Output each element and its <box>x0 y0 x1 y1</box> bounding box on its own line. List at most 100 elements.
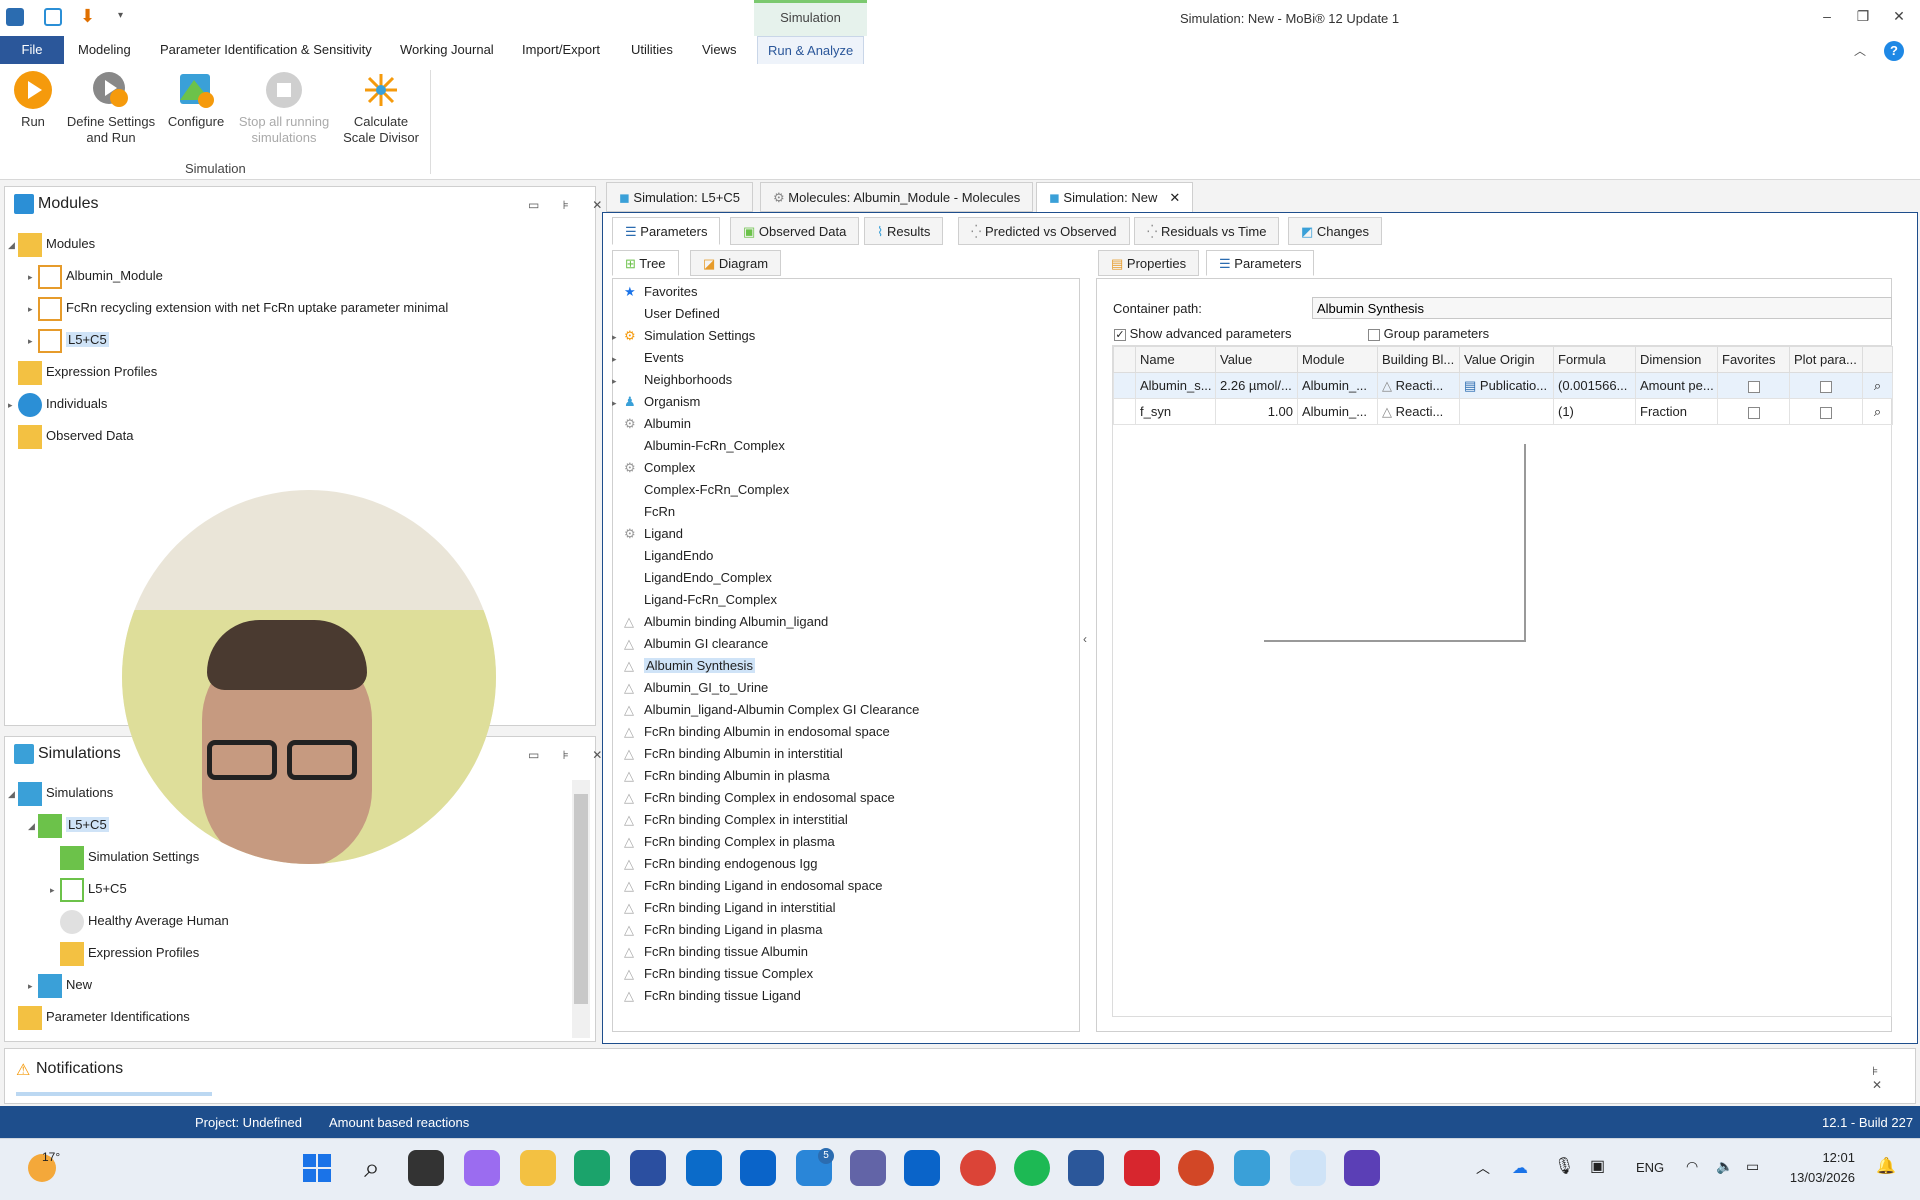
menu-modeling[interactable]: Modeling <box>68 36 141 64</box>
expand-icon[interactable]: ▸ <box>612 348 622 370</box>
tree-node[interactable]: LigandEndo <box>612 545 1078 567</box>
download-icon[interactable]: ⬇ <box>80 6 95 27</box>
tree-node[interactable]: ★ Favorites <box>612 281 1078 303</box>
stop-all-button[interactable]: Stop all running simulations <box>236 70 332 146</box>
tree-node[interactable]: ▸ ♟ Organism <box>612 391 1078 413</box>
tree-node[interactable]: △ FcRn binding Complex in endosomal space <box>612 787 1078 809</box>
battery-icon[interactable]: ▭ <box>1746 1158 1759 1175</box>
tree-node[interactable]: ▸ ⚙ Simulation Settings <box>612 325 1078 347</box>
tree-item[interactable]: Healthy Average Human <box>8 905 568 937</box>
tree-node[interactable]: ▸ Events <box>612 347 1078 369</box>
tree-node[interactable]: ▸ Neighborhoods <box>612 369 1078 391</box>
tree-node[interactable]: △ FcRn binding tissue Ligand <box>612 985 1078 1007</box>
teams-icon[interactable] <box>850 1150 886 1186</box>
show-advanced-checkbox[interactable]: ✓ Show advanced parameters <box>1114 326 1292 341</box>
microphone-icon[interactable]: 🎙 <box>1554 1156 1574 1176</box>
tab-properties[interactable]: ▤ Properties <box>1098 250 1200 276</box>
group-parameters-checkbox[interactable]: Group parameters <box>1368 326 1489 341</box>
doc-tab-simulation-l5c5[interactable]: ◼ Simulation: L5+C5 <box>606 182 753 212</box>
splitter-collapse-icon[interactable]: ‹ <box>1083 632 1087 646</box>
pk-sim-icon[interactable] <box>1234 1150 1270 1186</box>
tree-item[interactable]: ▸ FcRn recycling extension with net FcRn … <box>8 292 592 324</box>
tree-node[interactable]: ⚙ Complex <box>612 457 1078 479</box>
collapse-ribbon-icon[interactable]: ︿ <box>1854 42 1866 59</box>
wifi-icon[interactable]: ◠ <box>1686 1158 1698 1175</box>
tree-node[interactable]: △ Albumin binding Albumin_ligand <box>612 611 1078 633</box>
plot-checkbox[interactable] <box>1820 406 1832 419</box>
tab-results[interactable]: ⌇ Results <box>864 217 944 245</box>
tree-item[interactable]: Expression Profiles <box>8 937 568 969</box>
tree-item[interactable]: ▸ L5+C5 <box>8 873 568 905</box>
tree-node[interactable]: △ FcRn binding Ligand in endosomal space <box>612 875 1078 897</box>
simulations-scrollbar[interactable] <box>572 780 590 1038</box>
display-icon[interactable]: ▣ <box>1590 1156 1605 1176</box>
col-building-block[interactable]: Building Bl... <box>1377 346 1460 373</box>
tree-node[interactable]: Complex-FcRn_Complex <box>612 479 1078 501</box>
doc-tab-simulation-new[interactable]: ◼ Simulation: New ✕ <box>1036 182 1194 212</box>
tree-node[interactable]: ⚙ Albumin <box>612 413 1078 435</box>
tab-tree[interactable]: ⊞ Tree <box>612 250 679 276</box>
col-favorites[interactable]: Favorites <box>1717 346 1790 373</box>
expand-icon[interactable]: ▸ <box>612 392 622 414</box>
tree-node[interactable]: △ FcRn binding Complex in interstitial <box>612 809 1078 831</box>
word-icon[interactable] <box>1068 1150 1104 1186</box>
tree-node[interactable]: User Defined <box>612 303 1078 325</box>
close-window-icon[interactable]: ✕ <box>1888 8 1910 28</box>
tray-chevron-icon[interactable]: ︿ <box>1476 1158 1490 1178</box>
tree-node[interactable]: △ FcRn binding Ligand in plasma <box>612 919 1078 941</box>
table-row[interactable]: f_syn 1.00 Albumin_... △ Reacti... (1) F… <box>1113 398 1893 425</box>
copilot-icon[interactable] <box>464 1150 500 1186</box>
simulations-panel-buttons[interactable]: ▭ ⊧ ✕ <box>528 748 612 762</box>
col-value[interactable]: Value <box>1215 346 1298 373</box>
close-tab-icon[interactable]: ✕ <box>1169 190 1180 205</box>
tree-item[interactable]: ▸ L5+C5 <box>8 324 592 356</box>
col-name[interactable]: Name <box>1135 346 1216 373</box>
col-formula[interactable]: Formula <box>1553 346 1636 373</box>
quick-access-dropdown-icon[interactable]: ▾ <box>118 10 123 21</box>
modules-panel-buttons[interactable]: ▭ ⊧ ✕ <box>528 198 612 212</box>
calendar-icon[interactable] <box>904 1150 940 1186</box>
doc-tab-molecules[interactable]: ⚙ Molecules: Albumin_Module - Molecules <box>760 182 1034 212</box>
language-indicator[interactable]: ENG <box>1636 1160 1664 1175</box>
mobi-icon[interactable] <box>1290 1150 1326 1186</box>
menu-utilities[interactable]: Utilities <box>621 36 683 64</box>
spotify-icon[interactable] <box>1014 1150 1050 1186</box>
tree-node[interactable]: △ FcRn binding Albumin in plasma <box>612 765 1078 787</box>
tree-item[interactable]: Parameter Identifications <box>8 1001 568 1033</box>
menu-views[interactable]: Views <box>692 36 746 64</box>
acrobat-icon[interactable] <box>1124 1150 1160 1186</box>
menu-run-analyze[interactable]: Run & Analyze <box>757 36 865 64</box>
plot-checkbox[interactable] <box>1820 380 1832 393</box>
tab-diagram[interactable]: ◪ Diagram <box>690 250 782 276</box>
tree-node[interactable]: LigandEndo_Complex <box>612 567 1078 589</box>
col-value-origin[interactable]: Value Origin <box>1459 346 1554 373</box>
task-view-icon[interactable] <box>408 1150 444 1186</box>
minimize-icon[interactable]: – <box>1816 8 1838 28</box>
tab-residuals-vs-time[interactable]: ⁛ Residuals vs Time <box>1134 217 1280 245</box>
expand-icon[interactable]: ▸ <box>612 326 622 348</box>
menu-working-journal[interactable]: Working Journal <box>390 36 504 64</box>
tree-node[interactable]: △ FcRn binding Complex in plasma <box>612 831 1078 853</box>
search-icon[interactable]: ⌕ <box>354 1150 390 1186</box>
col-module[interactable]: Module <box>1297 346 1378 373</box>
calculate-scale-divisor-button[interactable]: Calculate Scale Divisor <box>338 70 424 146</box>
table-row[interactable]: Albumin_s... 2.26 µmol/... Albumin_... △… <box>1113 372 1893 399</box>
expand-icon[interactable]: ▸ <box>612 370 622 392</box>
tab-predicted-vs-observed[interactable]: ⁛ Predicted vs Observed <box>958 217 1130 245</box>
tree-node[interactable]: △ FcRn binding endogenous Igg <box>612 853 1078 875</box>
file-explorer-icon[interactable] <box>520 1150 556 1186</box>
clock-date[interactable]: 13/03/2026 <box>1770 1170 1855 1185</box>
restore-icon[interactable]: ❐ <box>1852 8 1874 28</box>
outlook-icon[interactable] <box>740 1150 776 1186</box>
tab-changes[interactable]: ◩ Changes <box>1288 217 1382 245</box>
run-button[interactable]: Run <box>8 70 58 130</box>
onedrive-icon[interactable]: ☁ <box>1512 1158 1528 1178</box>
volume-icon[interactable]: 🔈 <box>1716 1158 1733 1175</box>
magnifier-icon[interactable]: ⌕ <box>1862 372 1893 399</box>
tree-node[interactable]: Ligand-FcRn_Complex <box>612 589 1078 611</box>
menu-file[interactable]: File <box>0 36 64 64</box>
menu-import-export[interactable]: Import/Export <box>512 36 610 64</box>
tab-observed-data[interactable]: ▣ Observed Data <box>730 217 860 245</box>
tree-node[interactable]: ⚙ Ligand <box>612 523 1078 545</box>
notifications-panel-buttons[interactable]: ⊧ ✕ <box>1872 1064 1920 1092</box>
